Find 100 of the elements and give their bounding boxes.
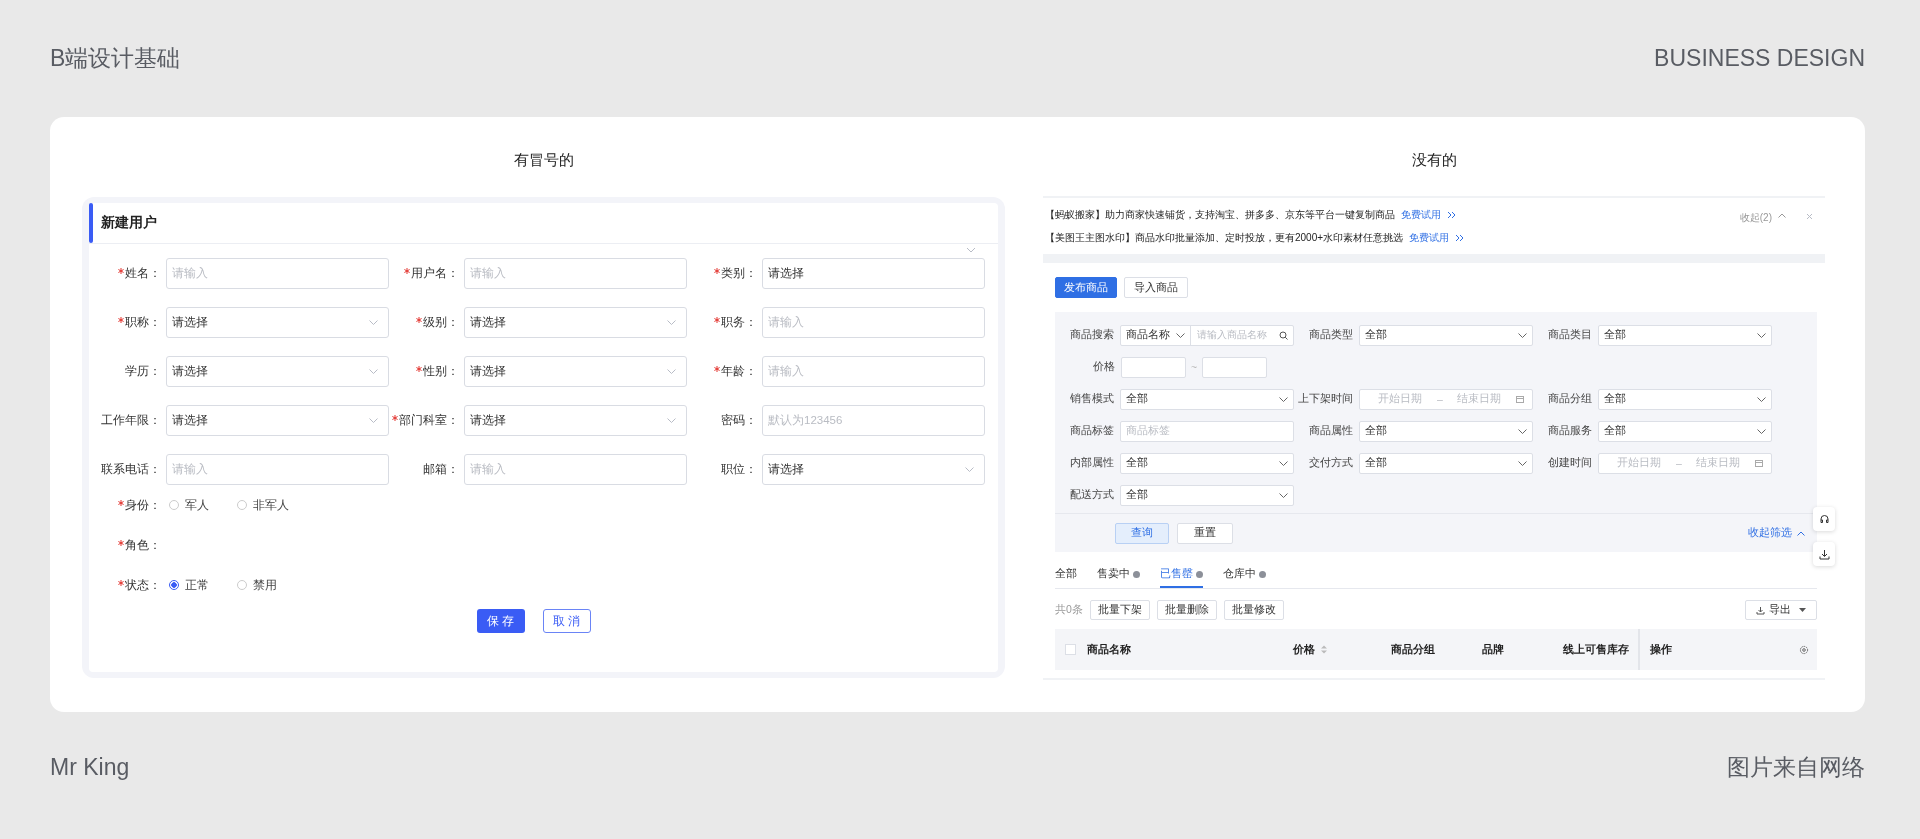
select-field[interactable]: 全部 (1359, 420, 1533, 442)
search-type-select[interactable]: 商品名称 (1121, 325, 1192, 345)
filter-label: 商品类型 (1308, 328, 1354, 342)
double-chevron-icon (1455, 233, 1465, 242)
status-tab[interactable]: 售卖中 (1097, 562, 1140, 588)
radio-option[interactable]: 禁用 (237, 577, 277, 593)
batch-button[interactable]: 批量修改 (1223, 600, 1284, 620)
column-header: 商品名称 (1087, 642, 1131, 657)
field-label: 职务： (721, 314, 757, 331)
chevron-icon (667, 418, 676, 423)
filter-label: 交付方式 (1308, 456, 1354, 470)
filter-label: 创建时间 (1547, 456, 1593, 470)
support-button[interactable] (1813, 507, 1835, 531)
select-field[interactable]: 全部 (1120, 484, 1294, 506)
chevron-icon (667, 320, 676, 325)
min-price-field[interactable] (1121, 356, 1186, 378)
export-button[interactable]: 导出 (1745, 600, 1817, 620)
query-button[interactable]: 查询 (1115, 522, 1169, 544)
import-button[interactable]: 导入商品 (1124, 277, 1188, 298)
radio-option[interactable]: 军人 (169, 497, 209, 513)
close-icon[interactable] (1806, 213, 1813, 220)
select-field[interactable]: 请选择 (762, 454, 985, 485)
range-separator: ~ (1191, 361, 1198, 373)
notice-text: 【美图王主图水印】商品水印批量添加、定时投放，更有2000+水印素材任意挑选 (1045, 230, 1404, 245)
select-field[interactable]: 请选择 (464, 356, 687, 387)
chevron-icon (667, 369, 676, 374)
reset-button[interactable]: 重置 (1177, 522, 1233, 544)
calendar-icon (1516, 395, 1524, 403)
select-field[interactable]: 全部 (1120, 388, 1294, 410)
chevron-icon[interactable] (966, 247, 976, 253)
cancel-button[interactable]: 取 消 (542, 609, 591, 633)
collapse-filter-link[interactable]: 收起筛选 (1748, 526, 1792, 540)
batch-button[interactable]: 批量删除 (1156, 600, 1217, 620)
status-tab[interactable]: 仓库中 (1223, 562, 1266, 588)
chevron-icon (1518, 428, 1527, 434)
field-label: 身份： (125, 496, 161, 514)
filter-label: 价格 (1092, 360, 1115, 374)
select-field[interactable]: 请选择 (464, 307, 687, 338)
select-field[interactable]: 全部 (1598, 420, 1772, 442)
select-all-checkbox[interactable] (1065, 644, 1076, 655)
chevron-icon (369, 320, 378, 325)
save-button[interactable]: 保 存 (476, 609, 525, 633)
sort-icon[interactable] (1321, 645, 1327, 654)
max-price-field[interactable] (1202, 356, 1268, 378)
select-field[interactable]: 请选择 (464, 405, 687, 436)
field-label: 职称： (125, 314, 161, 331)
notice-text: 【蚂蚁搬家】助力商家快速铺货，支持淘宝、拼多多、京东等平台一键复制商品 (1045, 207, 1395, 222)
filter-label: 商品标签 (1069, 424, 1115, 438)
filter-label: 商品搜索 (1069, 328, 1115, 342)
radio-option[interactable]: 非军人 (237, 497, 289, 513)
download-icon (1756, 605, 1765, 615)
publish-button[interactable]: 发布商品 (1055, 277, 1117, 298)
select-field[interactable]: 全部 (1598, 388, 1772, 410)
search-icon[interactable] (1279, 330, 1288, 340)
batch-button[interactable]: 批量下架 (1089, 600, 1150, 620)
radio-option[interactable]: 正常 (169, 577, 209, 593)
select-field[interactable]: 请选择 (166, 356, 389, 387)
chevron-icon (369, 369, 378, 374)
select-field[interactable]: 全部 (1598, 324, 1772, 346)
filter-label: 商品服务 (1547, 424, 1593, 438)
status-tab[interactable]: 已售罄 (1160, 562, 1203, 588)
chevron-icon (1279, 460, 1288, 466)
double-chevron-icon (1447, 210, 1456, 219)
trial-link[interactable]: 免费试用 (1409, 230, 1450, 245)
status-tab[interactable]: 全部 (1055, 562, 1077, 588)
select-field[interactable]: 请选择 (166, 405, 389, 436)
filter-label: 商品分组 (1547, 392, 1593, 406)
field-label: 用户名： (411, 265, 459, 282)
field-label: 密码： (721, 412, 757, 429)
brand-text: BUSINESS DESIGN (1654, 45, 1865, 72)
example-caption: 有冒号的 (513, 150, 574, 170)
author-text: Mr King (50, 753, 130, 781)
column-header: 价格 (1293, 642, 1327, 657)
chevron-icon (1757, 428, 1766, 434)
field-label: 级别： (423, 314, 459, 331)
select-field[interactable]: 请选择 (166, 307, 389, 338)
input-field[interactable]: 请选择 (762, 258, 985, 289)
filter-label: 销售模式 (1069, 392, 1115, 406)
chevron-icon (1176, 332, 1186, 338)
field-label: 姓名： (125, 265, 161, 282)
field-label: 联系电话： (101, 461, 161, 478)
settings-icon[interactable] (1799, 644, 1809, 655)
chevron-icon (1757, 332, 1766, 338)
chevron-icon (1279, 396, 1288, 402)
column-header: 操作 (1650, 642, 1672, 657)
trial-link[interactable]: 免费试用 (1401, 207, 1441, 222)
chevron-icon (1279, 492, 1288, 498)
field-label: 学历： (125, 363, 161, 380)
calendar-icon (1755, 459, 1763, 467)
select-field[interactable]: 全部 (1359, 324, 1533, 346)
select-field[interactable]: 全部 (1120, 452, 1294, 474)
select-field[interactable]: 全部 (1359, 452, 1533, 474)
download-button[interactable] (1813, 542, 1835, 566)
field-label: 工作年限： (101, 412, 161, 429)
accent-bar (89, 203, 93, 243)
chevron-icon (1518, 460, 1527, 466)
field-label: 状态： (125, 576, 161, 594)
field-label: 部门科室： (399, 412, 459, 429)
filter-label: 商品属性 (1308, 424, 1354, 438)
field-label: 年龄： (721, 363, 757, 380)
